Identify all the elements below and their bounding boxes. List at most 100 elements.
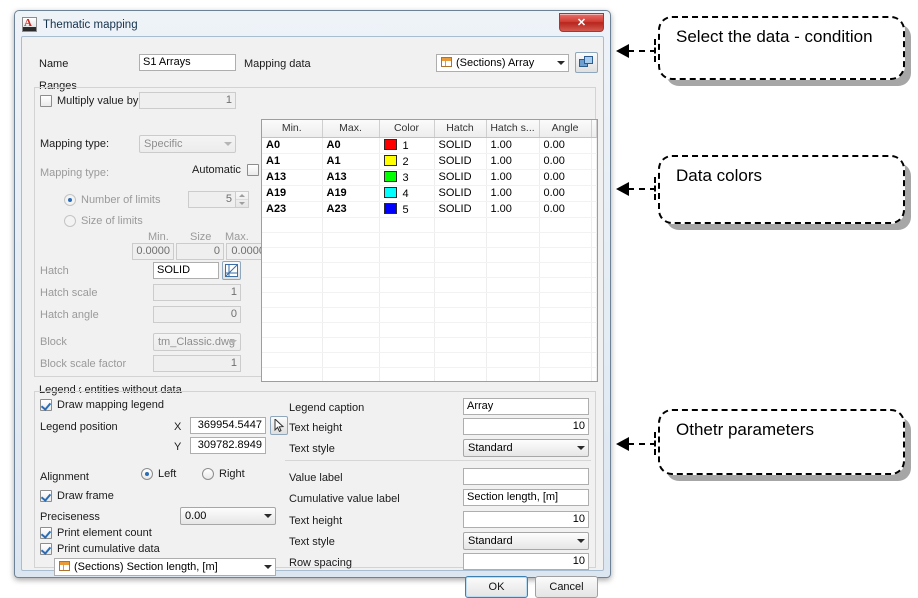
table-empty-row <box>262 292 597 308</box>
preciseness-combo[interactable]: 0.00 <box>180 507 276 525</box>
cell-color[interactable]: 5 <box>379 201 435 218</box>
select-data-button[interactable] <box>575 52 598 73</box>
value-text-style-combo[interactable]: Standard <box>463 532 589 550</box>
block-label: Block <box>40 336 67 348</box>
alignment-left-label: Left <box>158 468 177 480</box>
cell-hatch: SOLID <box>434 137 487 154</box>
cell-empty <box>322 232 380 248</box>
col-max[interactable]: Max. <box>322 120 380 138</box>
legend-y-input[interactable]: 309782.8949 <box>190 437 266 454</box>
col-hatch-scale[interactable]: Hatch s... <box>486 120 540 138</box>
draw-mapping-legend-checkbox[interactable]: Draw mapping legend <box>40 399 164 411</box>
value-label-input[interactable] <box>463 468 589 485</box>
table-row[interactable]: A19 A19 4 SOLID 1.00 0.00 <box>262 185 597 202</box>
alignment-right-radio[interactable]: Right <box>202 468 245 480</box>
block-combo[interactable]: tm_Classic.dwg <box>153 333 241 351</box>
spinner-up[interactable] <box>236 192 248 200</box>
cell-max: A13 <box>322 169 380 186</box>
cell-empty <box>539 262 592 278</box>
cell-hatch-scale: 1.00 <box>486 153 540 170</box>
size-input[interactable]: 0 <box>176 243 224 260</box>
cancel-button[interactable]: Cancel <box>535 576 598 598</box>
cell-hatch: SOLID <box>434 185 487 202</box>
legend-divider <box>285 460 591 461</box>
table-empty-row <box>262 217 597 233</box>
cell-empty <box>434 217 487 233</box>
col-color[interactable]: Color <box>379 120 435 138</box>
number-of-limits-label: Number of limits <box>81 194 161 206</box>
size-of-limits-radio[interactable]: Size of limits <box>64 215 143 227</box>
arrow-tick <box>654 432 656 455</box>
cumulative-source-combo[interactable]: (Sections) Section length, [m] <box>54 558 276 576</box>
cell-color[interactable]: 4 <box>379 185 435 202</box>
hatch-pattern-button[interactable] <box>222 261 241 280</box>
table-row[interactable]: A1 A1 2 SOLID 1.00 0.00 <box>262 153 597 170</box>
print-element-count-checkbox[interactable]: Print element count <box>40 527 152 539</box>
print-cumulative-data-checkbox[interactable]: Print cumulative data <box>40 543 160 555</box>
table-row[interactable]: A23 A23 5 SOLID 1.00 0.00 <box>262 201 597 218</box>
cell-empty <box>539 232 592 248</box>
cell-empty <box>262 337 323 353</box>
mapping-data-combo[interactable]: (Sections) Array <box>436 54 569 72</box>
hatch-label: Hatch <box>40 265 69 277</box>
cell-empty <box>434 232 487 248</box>
arrow-tick <box>654 39 656 62</box>
cell-hatch: SOLID <box>434 153 487 170</box>
ranges-table[interactable]: Min. Max. Color Hatch Hatch s... Angle A… <box>261 119 598 382</box>
automatic-checkbox[interactable]: Automatic <box>192 164 259 176</box>
chevron-down-icon <box>557 61 565 65</box>
table-row[interactable]: A0 A0 1 SOLID 1.00 0.00 <box>262 137 597 154</box>
legend-caption-input[interactable]: Array <box>463 398 589 415</box>
cell-color[interactable]: 3 <box>379 169 435 186</box>
block-scale-label: Block scale factor <box>40 358 127 370</box>
cell-hatch: SOLID <box>434 169 487 186</box>
size-label: Size <box>190 231 212 243</box>
col-hatch[interactable]: Hatch <box>434 120 487 138</box>
hatch-input[interactable]: SOLID <box>153 262 219 279</box>
number-of-limits-input[interactable]: 5 <box>188 191 236 208</box>
cumulative-source-value: (Sections) Section length, [m] <box>74 561 218 573</box>
cell-empty <box>379 292 435 308</box>
legend-x-input[interactable]: 369954.5447 <box>190 417 266 434</box>
cell-empty <box>434 337 487 353</box>
block-value: tm_Classic.dwg <box>158 336 236 348</box>
value-text-height-input[interactable]: 10 <box>463 511 589 528</box>
cell-empty <box>379 262 435 278</box>
table-empty-row <box>262 247 597 263</box>
multiply-value-input[interactable]: 1 <box>139 92 236 109</box>
cell-empty <box>591 352 597 368</box>
min-input[interactable]: 0.0000 <box>132 243 174 260</box>
pick-point-button[interactable] <box>270 416 288 435</box>
color-swatch <box>383 138 397 150</box>
table-row[interactable]: A13 A13 3 SOLID 1.00 0.00 <box>262 169 597 186</box>
row-spacing-input[interactable]: 10 <box>463 553 589 570</box>
cell-empty <box>591 217 597 233</box>
number-of-limits-spinner[interactable] <box>236 191 249 208</box>
draw-frame-checkbox[interactable]: Draw frame <box>40 490 114 502</box>
value-text-style-label: Text style <box>289 536 335 548</box>
checkbox-box <box>40 95 52 107</box>
multiply-value-checkbox[interactable]: Multiply value by: <box>40 95 141 107</box>
spinner-down[interactable] <box>236 200 248 208</box>
cell-empty <box>434 307 487 323</box>
cell-color[interactable]: 2 <box>379 153 435 170</box>
table-empty-row <box>262 232 597 248</box>
alignment-left-radio[interactable]: Left <box>141 468 176 480</box>
caption-text-height-input[interactable]: 10 <box>463 418 589 435</box>
mapping-type-combo[interactable]: Specific <box>139 135 236 153</box>
name-input[interactable]: S1 Arrays <box>139 54 236 71</box>
layers-icon <box>579 56 593 67</box>
col-min[interactable]: Min. <box>262 120 323 138</box>
block-scale-input[interactable]: 1 <box>153 355 241 372</box>
ok-button[interactable]: OK <box>465 576 528 598</box>
close-button[interactable]: ✕ <box>559 13 604 32</box>
hatch-scale-input[interactable]: 1 <box>153 284 241 301</box>
callout-arrow-3 <box>616 432 656 455</box>
cell-color[interactable]: 1 <box>379 137 435 154</box>
col-angle[interactable]: Angle <box>539 120 592 138</box>
hatch-angle-input[interactable]: 0 <box>153 306 241 323</box>
number-of-limits-radio[interactable]: Number of limits <box>64 194 160 206</box>
cell-empty <box>262 277 323 293</box>
caption-text-style-combo[interactable]: Standard <box>463 439 589 457</box>
cumulative-value-label-input[interactable]: Section length, [m] <box>463 489 589 506</box>
